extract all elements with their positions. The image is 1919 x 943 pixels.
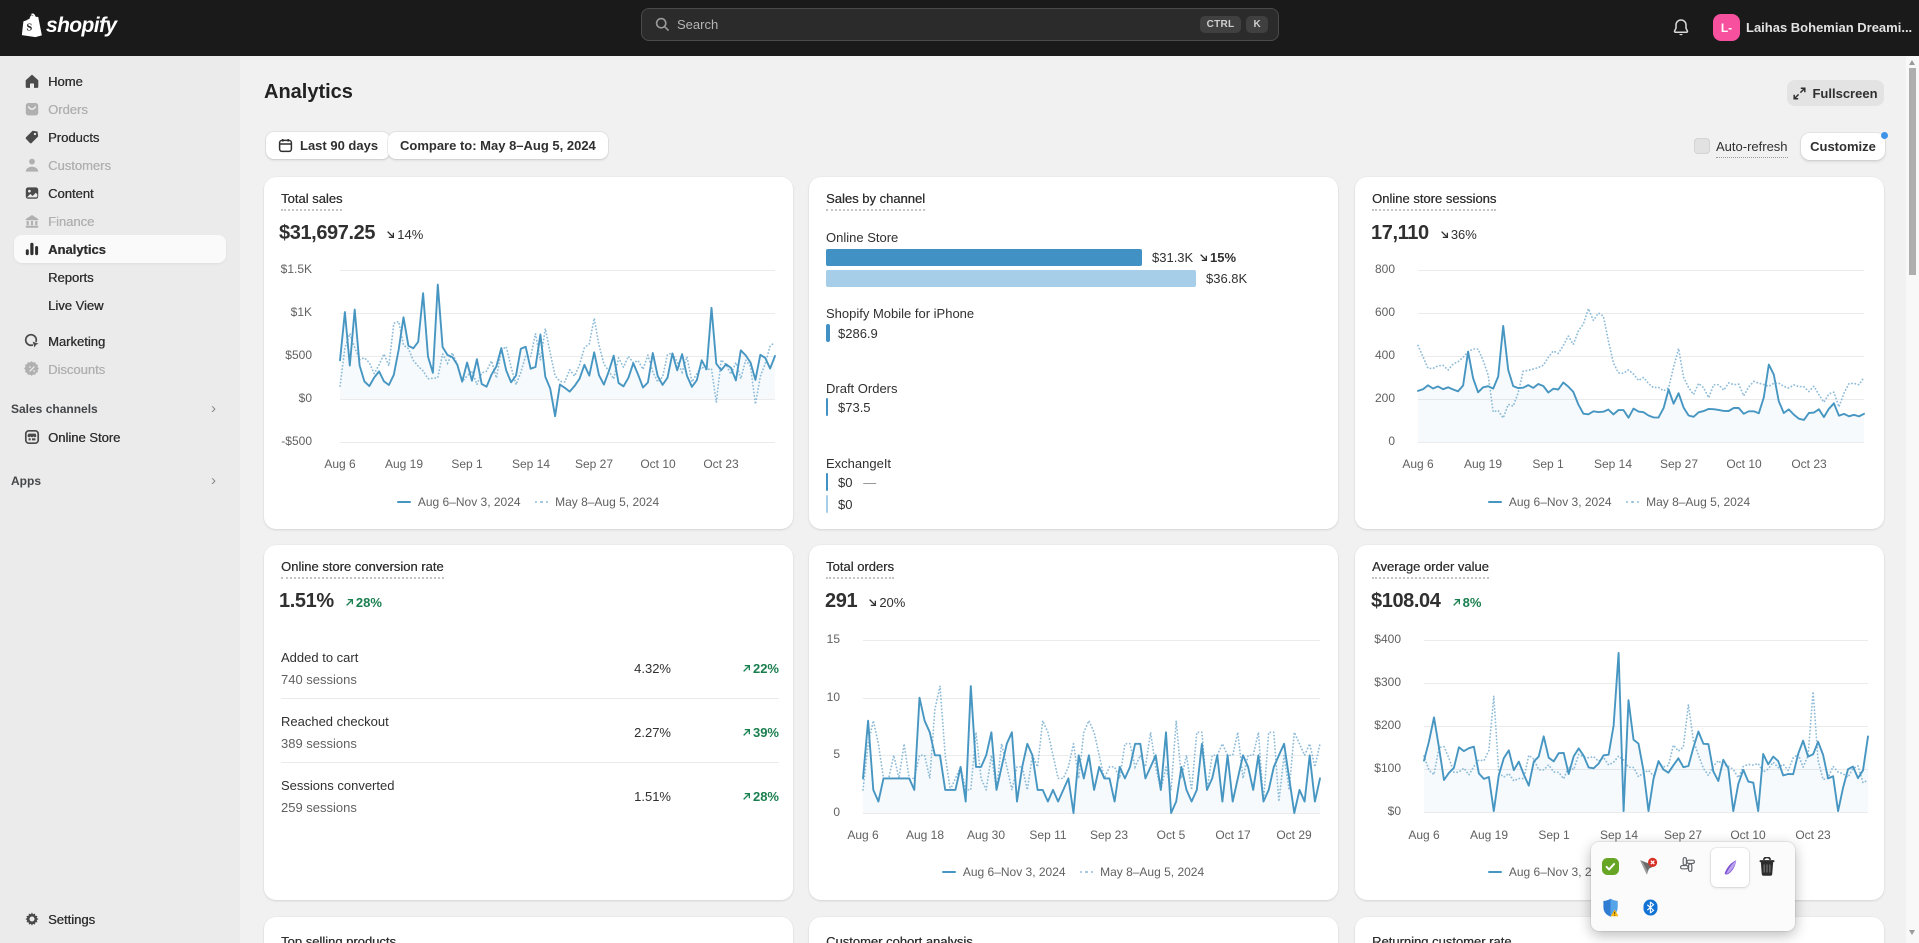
svg-text:S: S [26,22,32,33]
